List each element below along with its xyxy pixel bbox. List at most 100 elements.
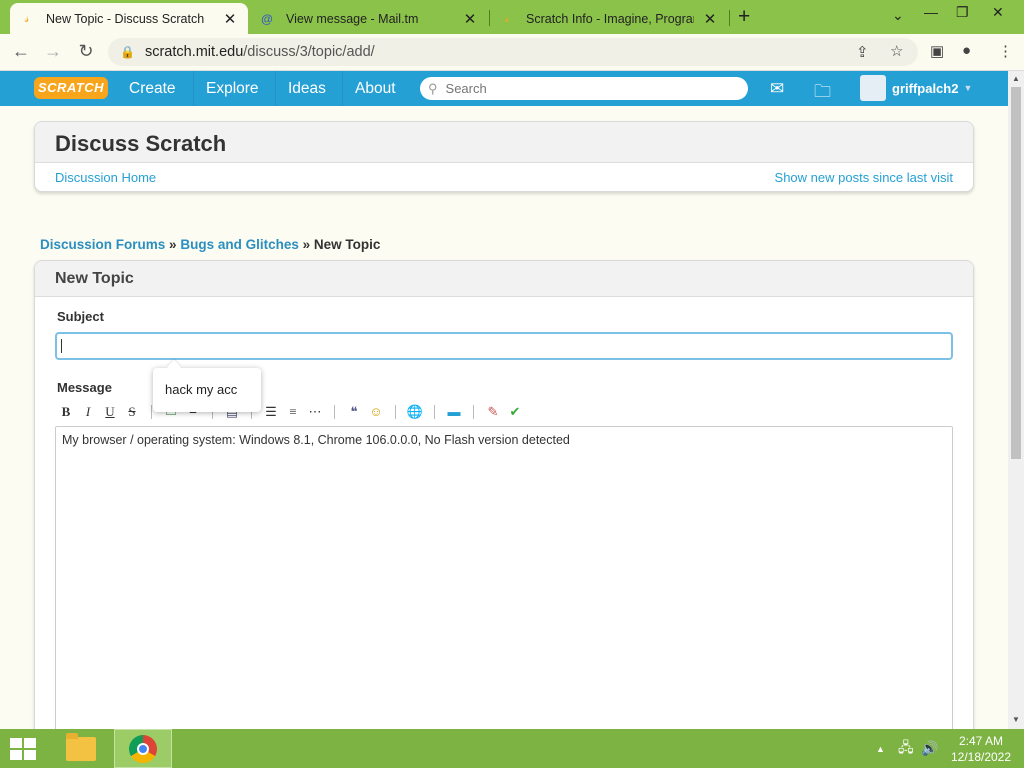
subject-input[interactable] [55, 332, 953, 360]
smiley-icon[interactable]: ☺ [365, 404, 387, 420]
discuss-links: Discussion Home Show new posts since las… [35, 163, 973, 191]
scroll-up-icon[interactable]: ▲ [1012, 74, 1020, 83]
close-tab-icon[interactable]: ✕ [462, 10, 478, 28]
new-tab-icon[interactable]: + [738, 5, 750, 29]
breadcrumb-category-link[interactable]: Bugs and Glitches [180, 237, 299, 252]
username: griffpalch2 [892, 80, 959, 96]
messages-envelope-icon[interactable]: ✉ [770, 79, 784, 99]
tab-title: New Topic - Discuss Scratch [46, 11, 205, 26]
windows-start-icon[interactable] [10, 738, 38, 762]
url-text: scratch.mit.edu/discuss/3/topic/add/ [144, 44, 375, 60]
toolbar-separator [395, 405, 396, 419]
start-pane [10, 750, 22, 760]
page-scrollbar[interactable]: ▲ ▼ [1008, 71, 1024, 729]
search-input[interactable] [445, 81, 726, 96]
scratchblocks-icon[interactable]: ▬ [443, 404, 465, 420]
tab-title: Scratch Info - Imagine, Program, [526, 11, 694, 26]
reload-icon[interactable]: ↻ [75, 41, 97, 62]
chrome-icon [129, 734, 157, 763]
message-textarea[interactable]: My browser / operating system: Windows 8… [55, 426, 953, 739]
italic-icon[interactable]: I [77, 404, 99, 420]
file-explorer-icon [66, 732, 96, 761]
scratch-navbar: SCRATCH Create Explore Ideas About ⚲ ✉ 🗀… [0, 71, 1008, 106]
chrome-taskbar-button[interactable] [114, 729, 172, 768]
profile-icon[interactable]: ● [962, 42, 971, 59]
address-toolbar: ← → ↻ 🔒 scratch.mit.edu/discuss/3/topic/… [0, 34, 1024, 71]
close-tab-icon[interactable]: ✕ [702, 10, 718, 28]
show-new-posts-link[interactable]: Show new posts since last visit [775, 170, 953, 185]
breadcrumb-separator: » [169, 237, 177, 252]
windows-taskbar: ▲ 🖧 🔊 2:47 AM 12/18/2022 [0, 729, 1024, 768]
share-icon[interactable]: ⇪ [856, 43, 869, 61]
text-cursor [61, 339, 62, 353]
chevron-down-icon: ▼ [963, 83, 973, 93]
my-stuff-folder-icon[interactable]: 🗀 [814, 79, 831, 108]
user-menu[interactable]: griffpalch2 ▼ [860, 75, 972, 101]
bookmark-star-icon[interactable]: ☆ [890, 42, 903, 60]
new-topic-title: New Topic [35, 261, 973, 297]
discussion-home-link[interactable]: Discussion Home [55, 170, 156, 185]
tab-scratch-info[interactable]: 𝓈 Scratch Info - Imagine, Program, ✕ [490, 3, 728, 34]
tab-search-chevron-icon[interactable]: ⌄ [892, 7, 904, 24]
scratch-favicon-icon: 𝓈 [24, 11, 30, 25]
bold-icon[interactable]: B [55, 404, 77, 420]
autocomplete-suggestion[interactable]: hack my acc [153, 368, 261, 412]
system-clock[interactable]: 2:47 AM 12/18/2022 [950, 733, 1012, 765]
start-pane [24, 738, 36, 748]
strikethrough-icon[interactable]: S [121, 404, 143, 420]
tab-mail-tm[interactable]: @ View message - Mail.tm ✕ [250, 3, 488, 34]
clock-time: 2:47 AM [958, 734, 1004, 748]
tab-new-topic[interactable]: 𝓈 New Topic - Discuss Scratch ✕ [10, 3, 248, 34]
bulleted-list-icon[interactable]: ☰ [260, 404, 282, 420]
scroll-down-icon[interactable]: ▼ [1012, 715, 1020, 724]
tab-separator [729, 10, 730, 26]
preview-check-icon[interactable]: ✔ [504, 404, 526, 420]
menu-kebab-icon[interactable]: ⋮ [998, 42, 1013, 60]
volume-icon[interactable]: 🔊 [921, 729, 938, 768]
discuss-header-box: Discuss Scratch Discussion Home Show new… [34, 121, 974, 192]
tab-title: View message - Mail.tm [286, 11, 419, 26]
search-icon: ⚲ [428, 80, 438, 96]
mail-favicon-icon: @ [261, 11, 273, 26]
breadcrumb-forums-link[interactable]: Discussion Forums [40, 237, 165, 252]
back-icon[interactable]: ← [10, 41, 32, 62]
address-bar[interactable]: 🔒 scratch.mit.edu/discuss/3/topic/add/ ⇪… [108, 38, 918, 66]
quote-icon[interactable]: ❝ [343, 404, 365, 420]
side-panel-icon[interactable]: ▣ [930, 42, 944, 60]
chrome-center [137, 742, 149, 755]
nav-create[interactable]: Create [117, 71, 188, 106]
toolbar-separator [334, 405, 335, 419]
editor-toolbar: B I U S ▭ ⎯ ▤ ☰ ≡ ⋯ ❝ ☺ 🌐 ▬ ✎ ✔ [55, 402, 526, 422]
numbered-list-icon[interactable]: ≡ [282, 404, 304, 420]
forward-icon[interactable]: → [42, 41, 64, 62]
nav-ideas[interactable]: Ideas [275, 71, 338, 106]
clear-format-icon[interactable]: ✎ [482, 404, 504, 420]
lock-icon[interactable]: 🔒 [120, 45, 135, 59]
breadcrumb: Discussion Forums » Bugs and Glitches » … [40, 237, 380, 252]
file-explorer-button[interactable] [52, 729, 110, 768]
scratch-logo[interactable]: SCRATCH [34, 77, 108, 99]
breadcrumb-current: New Topic [313, 237, 381, 252]
scratch-search: ⚲ [420, 77, 748, 100]
underline-icon[interactable]: U [99, 404, 121, 420]
show-hidden-icons[interactable]: ▲ [876, 729, 885, 768]
network-icon[interactable]: 🖧 [898, 729, 914, 768]
page-title: Discuss Scratch [35, 122, 973, 163]
nav-explore[interactable]: Explore [193, 71, 271, 106]
avatar [860, 75, 886, 101]
new-topic-box: New Topic Subject Message B I U S ▭ ⎯ ▤ … [34, 260, 974, 740]
browser-tab-bar: 𝓈 New Topic - Discuss Scratch ✕ @ View m… [0, 0, 1024, 34]
scratch-favicon-icon: 𝓈 [504, 11, 510, 25]
scroll-thumb[interactable] [1011, 87, 1021, 459]
horizontal-rule-icon[interactable]: ⋯ [304, 404, 326, 420]
nav-about[interactable]: About [342, 71, 408, 106]
start-pane [24, 750, 36, 760]
close-window-icon[interactable]: ✕ [992, 4, 1004, 21]
restore-icon[interactable]: ❐ [956, 4, 969, 21]
globe-icon[interactable]: 🌐 [404, 404, 426, 420]
minimize-icon[interactable]: — [924, 4, 938, 20]
toolbar-separator [151, 405, 152, 419]
breadcrumb-separator: » [302, 237, 311, 252]
close-tab-icon[interactable]: ✕ [222, 10, 238, 28]
clock-date: 12/18/2022 [950, 750, 1012, 764]
